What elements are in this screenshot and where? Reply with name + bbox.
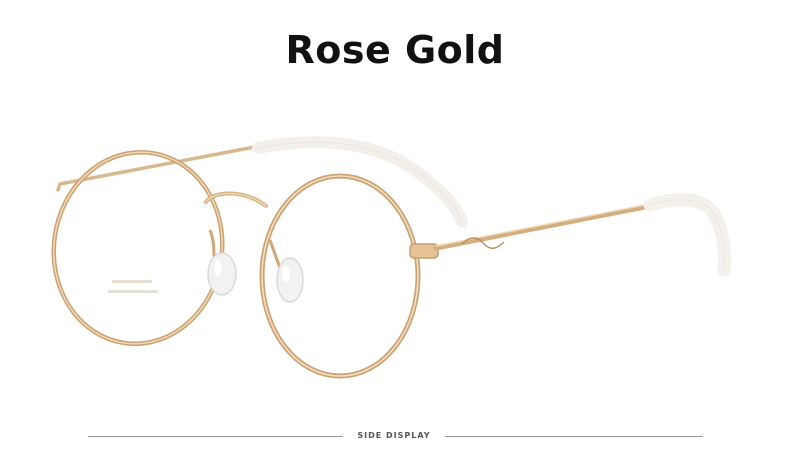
view-caption: SIDE DISPLAY	[357, 431, 431, 440]
divider-left	[88, 436, 343, 437]
nose-pad-right	[268, 239, 304, 303]
left-lens-rim	[51, 149, 225, 347]
divider-right	[445, 436, 703, 437]
temple-tip	[643, 193, 731, 277]
hinge	[409, 243, 439, 259]
glasses-photo	[51, 136, 731, 379]
near-temple	[433, 203, 653, 251]
title: Rose Gold	[285, 28, 505, 72]
